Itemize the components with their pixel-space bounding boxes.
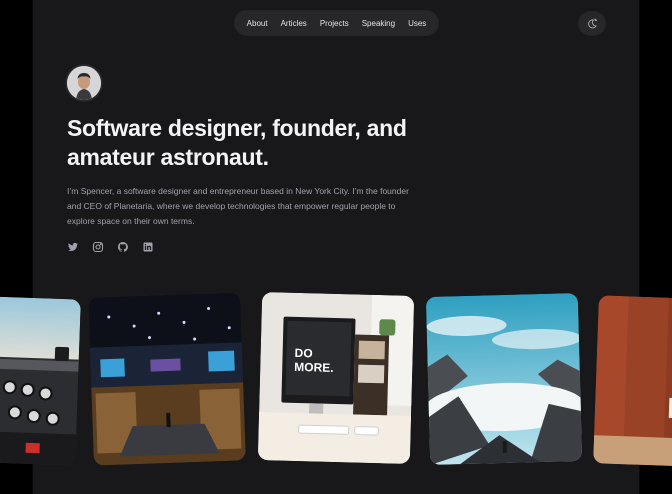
headline-line-2: amateur astronaut. [67,144,269,170]
linkedin-icon[interactable] [142,240,154,252]
mountain-hiker-photo [425,293,583,465]
theme-toggle-button[interactable] [579,12,605,35]
headline-line-1: Software designer, founder, and [67,115,407,141]
twitter-icon[interactable] [67,240,79,252]
top-nav: About Articles Projects Speaking Uses [235,11,438,35]
desert-rock-photo [593,295,672,467]
github-icon[interactable] [117,240,129,252]
instagram-icon[interactable] [92,240,104,253]
avatar[interactable] [67,66,101,100]
logo-line-1: DO [294,346,312,360]
nav-uses[interactable]: Uses [408,19,426,28]
airplane-cockpit-photo [0,296,81,466]
nav-projects[interactable]: Projects [320,19,349,28]
bio-text: I’m Spencer, a software designer and ent… [67,186,409,226]
social-links [67,240,154,253]
logo-line-2: MORE. [294,360,334,375]
nav-about[interactable]: About [247,19,268,28]
conference-stage-photo [88,292,246,466]
desk-setup-photo: DO MORE. [257,292,415,464]
page-title: Software designer, founder, and amateur … [67,114,467,172]
sun-moon-icon [588,18,597,28]
nav-speaking[interactable]: Speaking [362,19,395,28]
nav-articles[interactable]: Articles [281,19,307,28]
